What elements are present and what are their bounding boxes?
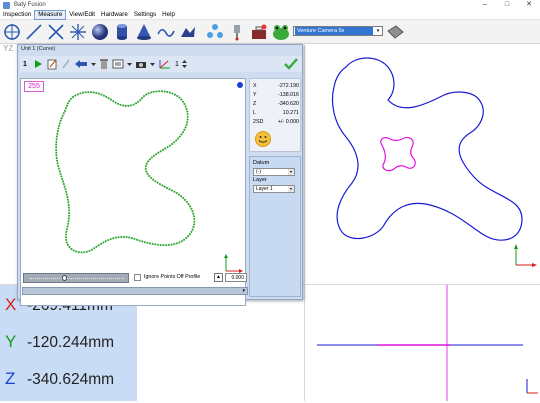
chevron-down-icon[interactable]: ▾ (288, 169, 294, 175)
chevron-down-icon[interactable] (127, 57, 132, 71)
back-arrow-icon[interactable] (74, 57, 88, 71)
view-label: YZ (3, 44, 14, 53)
readout-2sd-value: +/- 0.000 (277, 119, 299, 125)
readout-l-value: 10.271 (282, 110, 299, 116)
close-button[interactable]: ✕ (518, 0, 540, 10)
dro-z-label: Z (5, 369, 16, 388)
probe-icon[interactable] (227, 22, 247, 42)
unit-window: Unit 1 (Curve) 1 1 255 X -272.190 Y -138… (17, 44, 303, 306)
menu-settings[interactable]: Settings (131, 10, 159, 20)
graphics-canvas[interactable] (304, 45, 540, 285)
freeform-icon[interactable] (178, 22, 198, 42)
readout-z-label: Z (253, 101, 257, 107)
readout-y-label: Y (253, 92, 257, 98)
axis-triad-icon (514, 244, 537, 267)
cluster-icon[interactable] (205, 22, 225, 42)
measured-points-curve (55, 90, 196, 254)
datum-panel: Datum (-) ▾ Layer Layer 1 ▾ (249, 156, 301, 297)
controls-row: Ignore Points Off Profile ▲ 0.000 (22, 272, 247, 284)
edit-icon[interactable] (46, 57, 58, 71)
unit-number: 1 (23, 60, 27, 68)
cone-icon[interactable] (134, 22, 154, 42)
blue-profile-curve (331, 57, 523, 241)
settings-panel-icon[interactable] (112, 57, 124, 71)
readout-2sd-label: 2SD (253, 119, 264, 125)
status-dot-icon (237, 82, 243, 88)
pencil-icon[interactable] (61, 57, 71, 71)
sphere-icon[interactable] (90, 22, 110, 42)
maximize-button[interactable]: □ (496, 0, 518, 10)
chevron-down-icon[interactable]: ▾ (242, 288, 245, 294)
readout-x-value: -272.190 (278, 83, 299, 89)
chevron-down-icon[interactable]: ▾ (374, 28, 382, 34)
menu-hardware[interactable]: Hardware (98, 10, 131, 20)
app-title: Baty Fusion (14, 2, 46, 8)
datum-select-value: (-) (256, 169, 261, 175)
datum-label: Datum (253, 160, 270, 166)
point-star-icon[interactable] (68, 22, 88, 42)
curve-icon[interactable] (156, 22, 176, 42)
stepper-icon[interactable] (181, 57, 187, 71)
magenta-profile-curve (380, 136, 416, 172)
camera-icon[interactable] (135, 57, 147, 71)
app-icon (3, 1, 10, 9)
menu-help[interactable]: Help (159, 10, 178, 20)
layer-select-value: Layer 1 (256, 186, 273, 192)
menu-measure[interactable]: Measure (34, 9, 67, 20)
minimize-button[interactable]: – (474, 0, 496, 10)
dro-y-label: Y (5, 332, 17, 351)
layer-label: Layer (253, 177, 267, 183)
probe-count: 1 (175, 60, 179, 68)
circle-crosshair-icon[interactable] (2, 22, 22, 42)
readout-l-label: L (253, 110, 256, 116)
tolerance-input[interactable]: 0.000 (225, 273, 247, 282)
unit-window-title: Unit 1 (Curve) (21, 46, 56, 52)
ignore-points-label: Ignore Points Off Profile (144, 274, 201, 280)
axis-triad-icon (224, 254, 243, 273)
axis-triad-icon (526, 379, 538, 394)
chevron-down-icon[interactable]: ▾ (288, 186, 294, 192)
point-slider[interactable] (23, 273, 129, 283)
probe-tool-icon[interactable] (158, 57, 172, 71)
readout-x-label: X (253, 83, 257, 89)
menu-bar: Inspection Measure View/Edit Hardware Se… (0, 9, 540, 20)
checkmark-icon[interactable] (284, 57, 298, 71)
datum-select[interactable]: (-) ▾ (253, 168, 295, 176)
chevron-down-icon[interactable] (150, 57, 155, 71)
dro-y-value: -120.244mm (27, 334, 115, 351)
title-bar: Baty Fusion – □ ✕ (0, 0, 540, 10)
side-view-canvas[interactable] (305, 285, 540, 401)
menu-view-edit[interactable]: View/Edit (66, 10, 98, 20)
trash-icon[interactable] (99, 57, 109, 71)
play-icon[interactable] (33, 57, 43, 71)
layer-select[interactable]: Layer 1 ▾ (253, 185, 295, 193)
coordinate-readout: X -272.190 Y -138.016 Z -340.620 L 10.271 2S… (249, 78, 301, 152)
dro-z-value: -340.624mm (27, 371, 115, 388)
menu-inspection[interactable]: Inspection (0, 10, 34, 20)
readout-z-value: -340.620 (278, 101, 299, 107)
frog-icon[interactable] (271, 22, 291, 42)
smiley-status-icon (255, 131, 271, 147)
line-icon[interactable] (24, 22, 44, 42)
cross-line-icon[interactable] (46, 22, 66, 42)
main-toolbar (0, 20, 540, 44)
readout-y-value: -138.016 (278, 92, 299, 98)
chevron-down-icon[interactable] (91, 57, 96, 71)
camera-select[interactable]: Venture Camera 6x ▾ (293, 26, 383, 36)
status-strip: ▾ (22, 287, 248, 295)
slider-thumb[interactable] (62, 275, 67, 281)
toolbox-icon[interactable] (249, 22, 269, 42)
chevron-up-icon[interactable]: ▲ (214, 273, 223, 282)
ignore-points-checkbox[interactable] (134, 274, 141, 281)
unit-toolbar: 1 1 (20, 56, 302, 72)
camera-select-value: Venture Camera 6x (295, 27, 373, 35)
camera-device-icon[interactable] (385, 22, 405, 42)
cylinder-icon[interactable] (112, 22, 132, 42)
